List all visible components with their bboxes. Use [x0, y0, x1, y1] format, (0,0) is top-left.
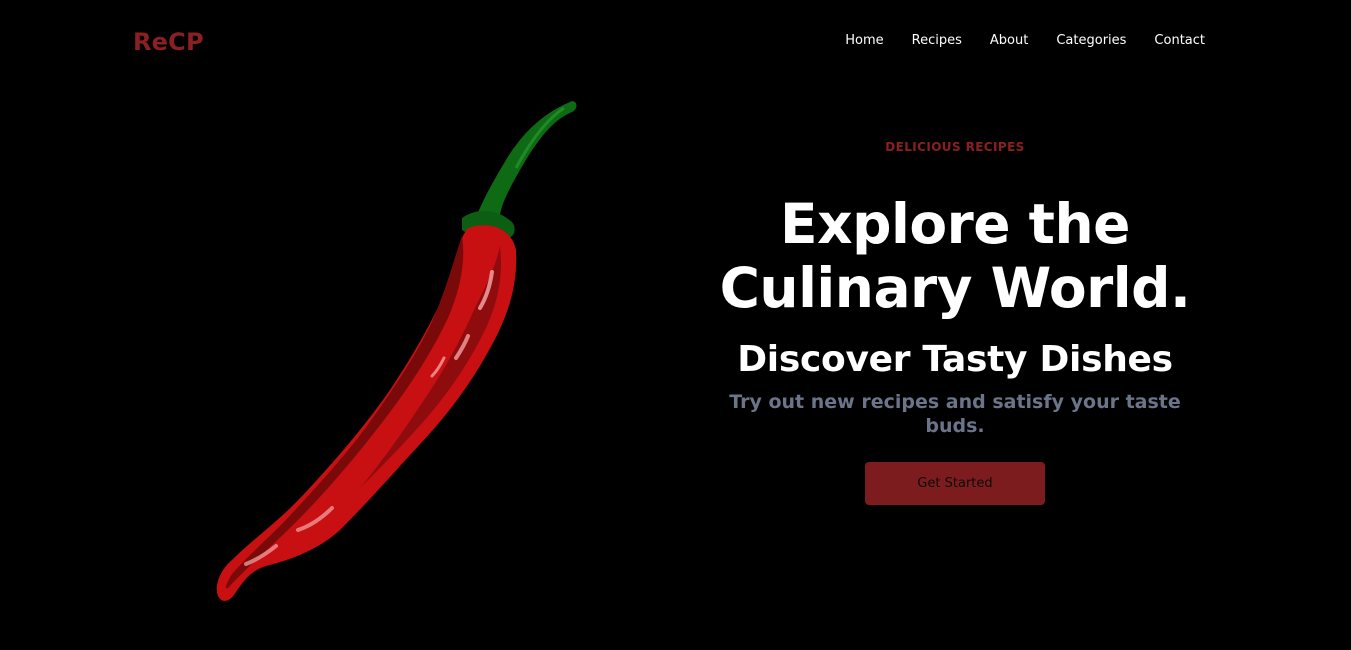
- landing-page: ReCP Home Recipes About Categories Conta…: [0, 0, 1351, 650]
- nav-item-home[interactable]: Home: [845, 33, 883, 49]
- hero-section: DELICIOUS RECIPES Explore the Culinary W…: [700, 138, 1210, 505]
- main-nav: Home Recipes About Categories Contact: [845, 33, 1205, 49]
- chili-pepper-image: [216, 101, 577, 601]
- nav-item-categories[interactable]: Categories: [1056, 33, 1126, 49]
- hero-tagline: Try out new recipes and satisfy your tas…: [729, 391, 1181, 437]
- nav-item-about[interactable]: About: [990, 33, 1028, 49]
- nav-item-contact[interactable]: Contact: [1154, 33, 1205, 49]
- brand-logo[interactable]: ReCP: [133, 28, 204, 56]
- pepper-stem: [472, 101, 577, 229]
- nav-item-recipes[interactable]: Recipes: [912, 33, 962, 49]
- hero-headline: Explore the Culinary World.: [700, 192, 1210, 320]
- hero-headline-line1: Explore the: [780, 192, 1130, 256]
- hero-subheadline: Discover Tasty Dishes: [737, 339, 1173, 380]
- get-started-button[interactable]: Get Started: [865, 462, 1045, 505]
- hero-headline-line2: Culinary World.: [719, 256, 1191, 320]
- hero-eyebrow: DELICIOUS RECIPES: [885, 140, 1025, 154]
